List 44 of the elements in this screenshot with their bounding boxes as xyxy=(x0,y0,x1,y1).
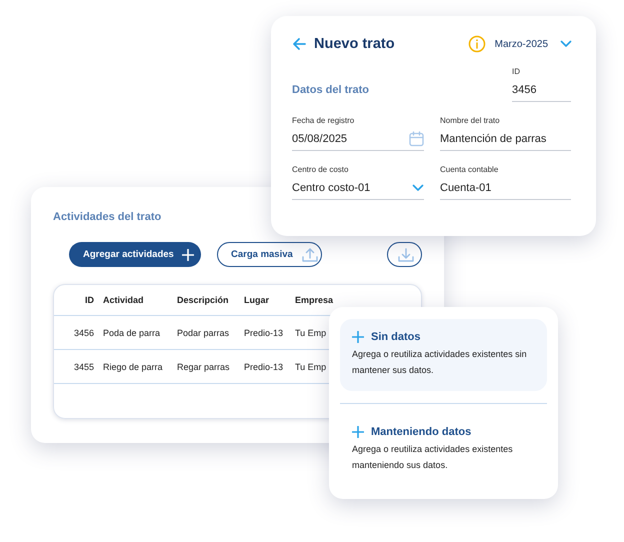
input-field[interactable]: Mantención de parras xyxy=(440,128,571,151)
chevron-down-icon xyxy=(560,40,572,48)
form-title: Nuevo trato xyxy=(314,36,395,52)
chevron-down-icon xyxy=(412,184,424,192)
download-icon xyxy=(397,246,415,262)
download-button[interactable] xyxy=(387,242,422,267)
plus-icon xyxy=(352,426,364,438)
table-cell-text: Tu Emp xyxy=(294,362,326,372)
field-label: ID xyxy=(512,67,521,76)
field-label: Fecha de registro xyxy=(292,116,356,125)
table-cell-text: Tu Emp xyxy=(294,328,326,338)
add-activities-button[interactable]: Agregar actividades xyxy=(69,242,201,267)
back-arrow-icon[interactable] xyxy=(292,37,306,51)
table-cell-text: Regar parras xyxy=(176,362,230,372)
date-field[interactable]: 05/08/2025 xyxy=(292,128,424,151)
upload-icon xyxy=(300,246,319,262)
section-title: Actividades del trato xyxy=(53,211,162,223)
table-cell-text: Poda de parra xyxy=(102,328,160,338)
table-cell-text: Predio-13 xyxy=(243,362,284,372)
column-header: Descripción xyxy=(176,295,229,305)
field-label: Cuenta contable xyxy=(440,165,500,174)
column-header: ID xyxy=(85,295,95,305)
field-label: Nombre del trato xyxy=(440,116,501,125)
info-icon[interactable] xyxy=(468,35,486,53)
column-header: Empresa xyxy=(294,295,334,305)
table-cell-text: 3455 xyxy=(74,362,95,372)
input-field[interactable]: 3456 xyxy=(512,79,571,102)
column-header: Lugar xyxy=(243,295,270,305)
dropdown-field[interactable]: Centro costo-01 xyxy=(292,177,424,200)
table-cell-text: Podar parras xyxy=(176,328,230,338)
menu-item[interactable]: Sin datos Agrega o reutiliza actividades existentes sin mantener sus datos. xyxy=(340,319,547,391)
period-dropdown[interactable]: Marzo-2025 xyxy=(494,38,572,50)
calendar-icon[interactable] xyxy=(409,131,424,147)
menu-item[interactable]: Manteniendo datos Agrega o reutiliza actividades existentes manteniendo sus datos. xyxy=(340,414,547,486)
table-cell-text: 3456 xyxy=(74,328,95,338)
input-field[interactable]: Cuenta-01 xyxy=(440,177,571,200)
table-cell-text: Predio-13 xyxy=(243,328,284,338)
field-label: Centro de costo xyxy=(292,165,350,174)
bulk-upload-button[interactable]: Carga masiva xyxy=(217,242,322,267)
table-cell-text: Riego de parra xyxy=(102,362,163,372)
section-title: Datos del trato xyxy=(292,82,370,96)
plus-icon xyxy=(352,331,364,343)
plus-icon xyxy=(182,248,194,260)
column-header: Actividad xyxy=(102,295,144,305)
